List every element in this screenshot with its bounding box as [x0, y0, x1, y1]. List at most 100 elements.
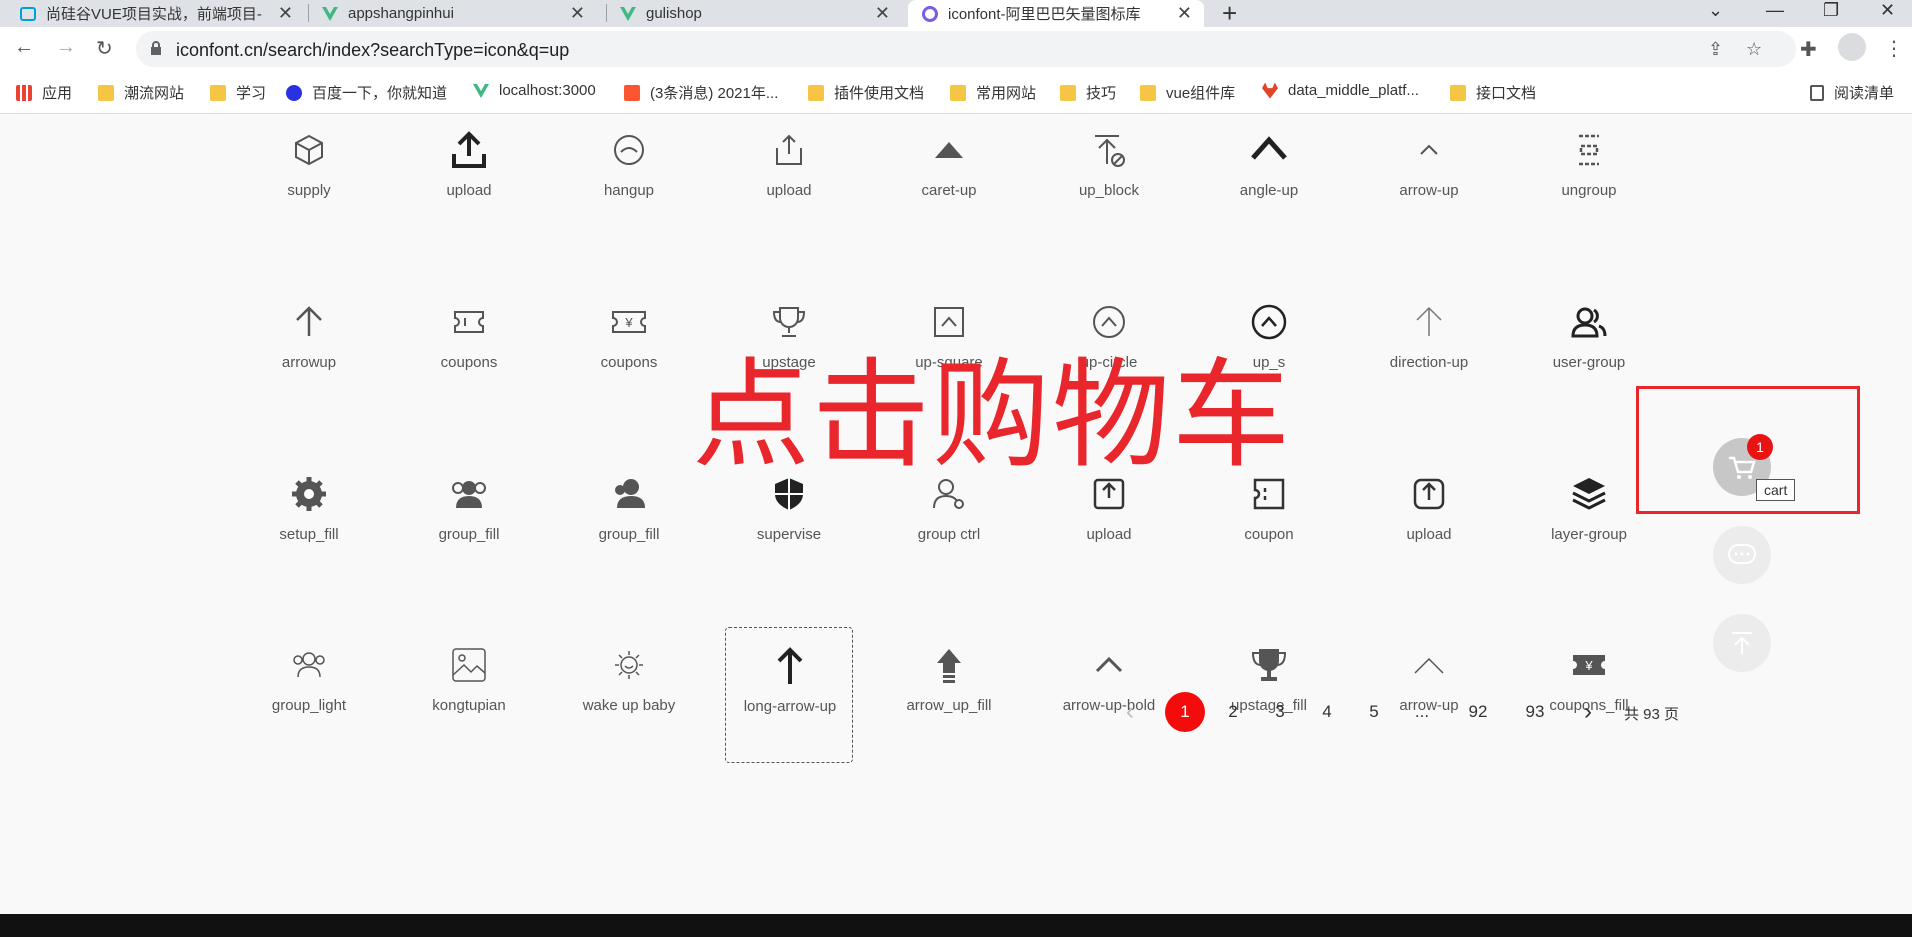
- icon-name: coupons: [440, 354, 498, 371]
- tab-2[interactable]: appshangpinhui ✕: [322, 0, 597, 27]
- icon-card[interactable]: coupon: [1205, 474, 1333, 610]
- icon-card[interactable]: setup_fill: [245, 474, 373, 610]
- minimize-button[interactable]: —: [1766, 0, 1784, 21]
- page-button-1[interactable]: 1: [1165, 692, 1205, 732]
- close-icon[interactable]: ✕: [278, 3, 293, 24]
- icon-name: upload: [766, 182, 812, 199]
- wake-up-baby-icon: [609, 645, 649, 685]
- tab-3[interactable]: gulishop ✕: [620, 0, 902, 27]
- tab-search-icon[interactable]: ⌄: [1708, 0, 1723, 21]
- icon-name: supply: [287, 182, 331, 199]
- forward-button[interactable]: →: [56, 36, 76, 59]
- folder-icon: [98, 84, 114, 101]
- icon-card[interactable]: up_block: [1045, 130, 1173, 266]
- page-button-93[interactable]: 93: [1515, 692, 1555, 732]
- icon-name: up_block: [1078, 182, 1140, 199]
- icon-card[interactable]: supervise: [725, 474, 853, 610]
- new-tab-button[interactable]: +: [1222, 0, 1237, 29]
- address-bar[interactable]: iconfont.cn/search/index?searchType=icon…: [136, 31, 1796, 67]
- bookmark-item[interactable]: 潮流网站: [98, 82, 184, 103]
- icon-name: layer-group: [1551, 526, 1627, 543]
- svg-text:¥: ¥: [624, 315, 633, 330]
- icon-card[interactable]: coupons: [405, 302, 533, 438]
- bookmark-item[interactable]: (3条消息) 2021年...: [624, 82, 778, 103]
- icon-card[interactable]: ungroup: [1525, 130, 1653, 266]
- star-icon[interactable]: ☆: [1746, 39, 1762, 60]
- icon-card[interactable]: group_fill: [405, 474, 533, 610]
- close-icon[interactable]: ✕: [570, 3, 585, 24]
- icon-card[interactable]: arrowup: [245, 302, 373, 438]
- icon-card[interactable]: supply: [245, 130, 373, 266]
- chat-button[interactable]: [1713, 526, 1771, 584]
- iconfont-icon: [922, 5, 938, 22]
- bookmark-item[interactable]: 接口文档: [1450, 82, 1536, 103]
- close-icon[interactable]: ✕: [875, 3, 890, 24]
- folder-icon: [1060, 84, 1076, 101]
- page-button-4[interactable]: 4: [1307, 692, 1347, 732]
- reload-button[interactable]: ↻: [96, 36, 113, 61]
- page-button-3[interactable]: 3: [1260, 692, 1300, 732]
- icon-card[interactable]: kongtupian: [405, 645, 533, 781]
- icon-card[interactable]: ¥ coupons: [565, 302, 693, 438]
- menu-icon[interactable]: ⋮: [1884, 36, 1904, 61]
- close-window-button[interactable]: ✕: [1880, 0, 1895, 21]
- share-icon[interactable]: ⇪: [1708, 39, 1723, 60]
- tab-title: iconfont-阿里巴巴矢量图标库: [948, 6, 1141, 23]
- bookmark-item[interactable]: 百度一下，你就知道: [286, 82, 447, 103]
- icon-card[interactable]: upload: [725, 130, 853, 266]
- bookmark-item[interactable]: localhost:3000: [473, 82, 596, 99]
- icon-card[interactable]: layer-group: [1525, 474, 1653, 610]
- up-circle-icon: [1089, 302, 1129, 342]
- page-button-5[interactable]: 5: [1354, 692, 1394, 732]
- supply-icon: [289, 130, 329, 170]
- tab-4-active[interactable]: iconfont-阿里巴巴矢量图标库 ✕: [908, 0, 1204, 27]
- icon-card[interactable]: user-group: [1525, 302, 1653, 438]
- icon-card[interactable]: group_light: [245, 645, 373, 781]
- reading-list[interactable]: 阅读清单: [1810, 82, 1894, 103]
- page-button-2[interactable]: 2: [1213, 692, 1253, 732]
- icon-card[interactable]: arrow-up: [1365, 130, 1493, 266]
- bookmark-item[interactable]: 技巧: [1060, 82, 1116, 103]
- tab-1[interactable]: 尚硅谷VUE项目实战，前端项目- ✕: [20, 0, 305, 27]
- icon-name: group_fill: [598, 526, 660, 543]
- prev-page-button[interactable]: ‹: [1126, 698, 1134, 726]
- next-page-button[interactable]: ›: [1584, 698, 1592, 726]
- icon-card[interactable]: upload: [1045, 474, 1173, 610]
- icon-card[interactable]: direction-up: [1365, 302, 1493, 438]
- taskbar: [0, 914, 1912, 937]
- bookmark-item[interactable]: vue组件库: [1140, 82, 1235, 103]
- icon-card[interactable]: long-arrow-up: [725, 627, 853, 763]
- angle-up-icon: [1249, 130, 1289, 170]
- icon-card[interactable]: upload: [1365, 474, 1493, 610]
- icon-card[interactable]: group_fill: [565, 474, 693, 610]
- bilibili-icon: [20, 6, 36, 21]
- extensions-icon[interactable]: ✚: [1800, 37, 1817, 62]
- icon-card[interactable]: arrow_up_fill: [885, 645, 1013, 781]
- upstage-fill-icon: [1249, 645, 1289, 685]
- icon-card[interactable]: caret-up: [885, 130, 1013, 266]
- icon-card[interactable]: angle-up: [1205, 130, 1333, 266]
- back-to-top-button[interactable]: [1713, 614, 1771, 672]
- csdn-icon: [624, 84, 640, 101]
- folder-icon: [1450, 84, 1466, 101]
- back-button[interactable]: ←: [14, 36, 34, 59]
- page-button-92[interactable]: 92: [1458, 692, 1498, 732]
- icon-name: group_fill: [438, 526, 500, 543]
- bookmark-item[interactable]: data_middle_platf...: [1262, 82, 1419, 99]
- upload-icon: [449, 130, 489, 170]
- profile-avatar[interactable]: [1838, 33, 1866, 61]
- bookmark-item[interactable]: 常用网站: [950, 82, 1036, 103]
- arrow-up-fill-icon: [929, 645, 969, 685]
- icon-card[interactable]: arrow-up-bold: [1045, 645, 1173, 781]
- close-icon[interactable]: ✕: [1177, 3, 1192, 24]
- maximize-button[interactable]: ❐: [1823, 0, 1839, 21]
- icon-card[interactable]: group ctrl: [885, 474, 1013, 610]
- icon-card[interactable]: hangup: [565, 130, 693, 266]
- bookmark-apps[interactable]: 应用: [16, 82, 72, 103]
- icon-card[interactable]: upload: [405, 130, 533, 266]
- svg-text:¥: ¥: [1584, 658, 1593, 673]
- bookmark-item[interactable]: 插件使用文档: [808, 82, 924, 103]
- icon-name: arrow-up: [1399, 182, 1459, 199]
- bookmark-item[interactable]: 学习: [210, 82, 266, 103]
- icon-card[interactable]: wake up baby: [565, 645, 693, 781]
